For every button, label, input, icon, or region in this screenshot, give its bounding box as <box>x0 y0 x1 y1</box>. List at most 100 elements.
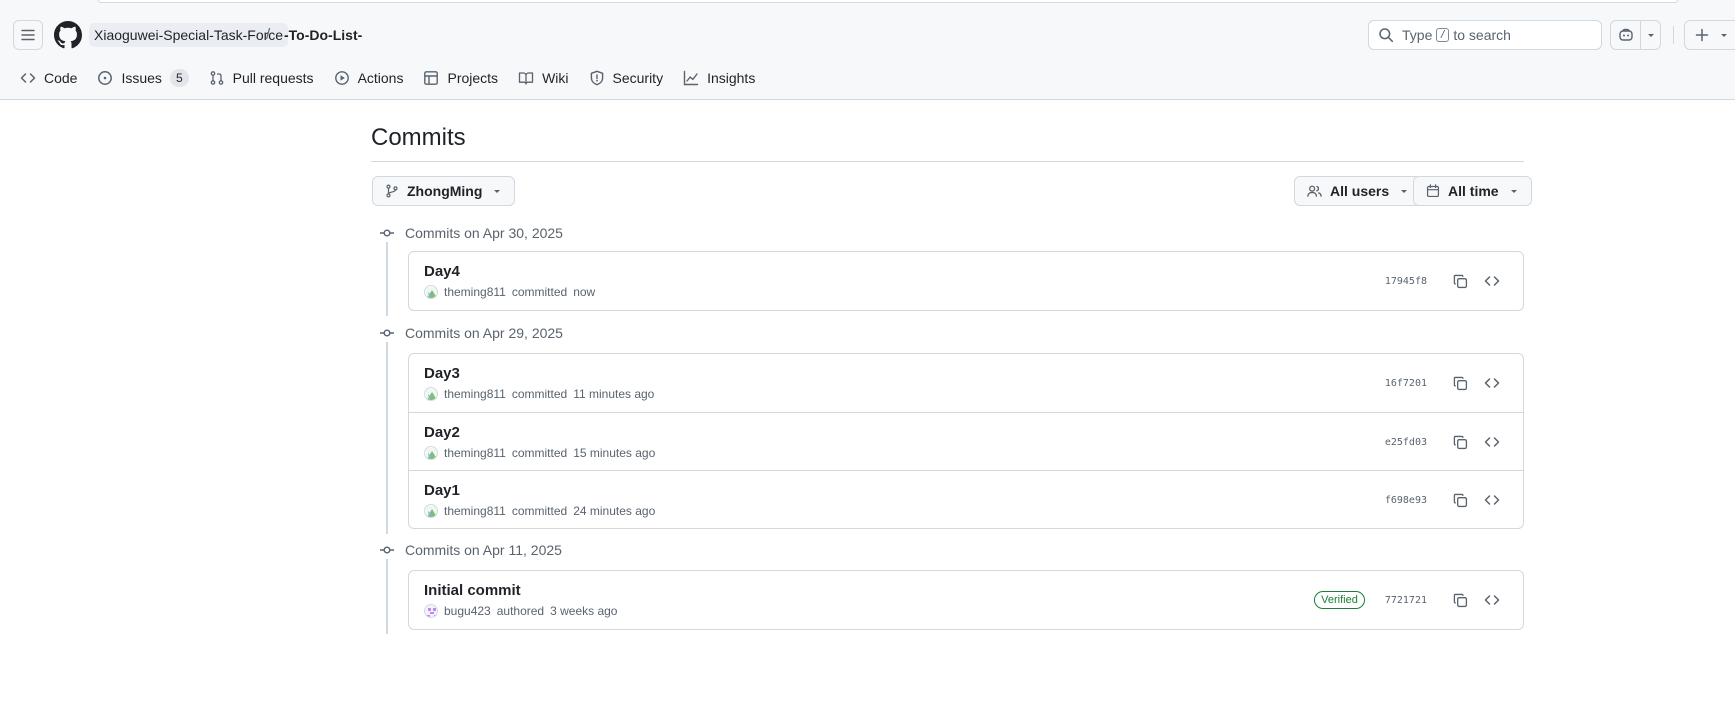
menu-button[interactable] <box>13 20 43 50</box>
commit-meta: theming811 committed 15 minutes ago <box>424 446 655 460</box>
create-new-button[interactable] <box>1684 20 1735 50</box>
avatar[interactable] <box>424 446 438 460</box>
search-placeholder-before: Type <box>1402 27 1433 43</box>
commit-actions: 16f7201 <box>1385 372 1503 394</box>
search-placeholder-after: to search <box>1453 27 1511 43</box>
commit-message-link[interactable]: Day1 <box>424 482 460 499</box>
commit-author-link[interactable]: theming811 <box>444 504 506 518</box>
time-filter-button[interactable]: All time <box>1413 176 1532 206</box>
search-input[interactable]: Type / to search <box>1368 20 1602 50</box>
commit-time: 11 minutes ago <box>573 387 655 401</box>
browse-repo-button[interactable] <box>1481 270 1503 292</box>
book-icon <box>518 72 534 85</box>
copy-sha-button[interactable] <box>1449 589 1471 611</box>
commit-dot-icon <box>379 225 395 241</box>
copy-sha-button[interactable] <box>1449 270 1471 292</box>
commit-group-date: Commits on Apr 30, 2025 <box>405 225 563 241</box>
copy-sha-button[interactable] <box>1449 489 1471 511</box>
commit-action: committed <box>511 387 568 401</box>
commit-action: committed <box>511 446 568 460</box>
graph-icon <box>683 70 699 86</box>
tab-insights[interactable]: Insights <box>673 62 765 94</box>
commit-group-date: Commits on Apr 29, 2025 <box>405 325 563 341</box>
commit-meta: theming811 committed now <box>424 285 595 299</box>
plus-icon <box>1695 28 1709 42</box>
copilot-dropdown-button[interactable] <box>1641 21 1660 49</box>
commit-list: Day3 theming811 committed 11 minutes ago… <box>408 353 1524 529</box>
commit-dot-icon <box>379 542 395 558</box>
commit-sha-link[interactable]: e25fd03 <box>1385 437 1427 448</box>
commit-sha-link[interactable]: 17945f8 <box>1385 276 1427 287</box>
avatar[interactable] <box>424 604 438 618</box>
copilot-button-group[interactable] <box>1610 20 1661 50</box>
browse-repo-button[interactable] <box>1481 372 1503 394</box>
commit-message-link[interactable]: Day2 <box>424 424 460 441</box>
commit-time: now <box>573 285 596 299</box>
copy-icon <box>1453 274 1467 288</box>
tab-actions[interactable]: Actions <box>324 62 414 94</box>
commit-author-link[interactable]: bugu423 <box>444 604 491 618</box>
commit-author-link[interactable]: theming811 <box>444 446 506 460</box>
verified-badge[interactable]: Verified <box>1314 591 1365 609</box>
commit-row: Day4 theming811 committed now 17945f8 <box>409 252 1523 310</box>
global-header: Xiaoguwei-Special-Task-Force / -To-Do-Li… <box>0 0 1735 100</box>
commit-actions: Verified 7721721 <box>1314 589 1503 611</box>
commit-actions: 17945f8 <box>1385 270 1503 292</box>
breadcrumb-repo[interactable]: -To-Do-List- <box>284 23 362 47</box>
breadcrumb-owner[interactable]: Xiaoguwei-Special-Task-Force <box>89 23 289 47</box>
commit-author-link[interactable]: theming811 <box>444 387 506 401</box>
copy-sha-button[interactable] <box>1449 372 1471 394</box>
tab-issues[interactable]: Issues 5 <box>87 62 198 94</box>
commit-list: Initial commit bugu423 authored 3 weeks … <box>408 570 1524 630</box>
chevron-down-icon <box>1721 34 1727 37</box>
commit-sha-link[interactable]: f698e93 <box>1385 495 1427 506</box>
tab-security[interactable]: Security <box>579 62 674 94</box>
commit-author-link[interactable]: theming811 <box>444 285 506 299</box>
browse-repo-button[interactable] <box>1481 489 1503 511</box>
copy-icon <box>1453 593 1467 607</box>
tab-projects-label: Projects <box>447 70 499 86</box>
avatar[interactable] <box>424 504 438 518</box>
commit-actions: f698e93 <box>1385 489 1503 511</box>
copilot-button[interactable] <box>1611 21 1641 49</box>
time-filter-label: All time <box>1448 183 1499 199</box>
tab-pull-requests[interactable]: Pull requests <box>199 62 324 94</box>
repo-nav-tabs: Code Issues 5 Pull requests Actions Proj… <box>0 62 765 100</box>
tab-wiki[interactable]: Wiki <box>508 62 578 94</box>
issues-count-badge: 5 <box>169 69 189 87</box>
avatar[interactable] <box>424 387 438 401</box>
commit-sha-link[interactable]: 7721721 <box>1385 595 1427 606</box>
commit-action: committed <box>511 504 568 518</box>
tab-actions-label: Actions <box>357 70 404 86</box>
commit-message-link[interactable]: Day3 <box>424 365 460 382</box>
users-filter-button[interactable]: All users <box>1294 176 1423 206</box>
branch-icon <box>386 184 398 198</box>
title-divider <box>371 161 1524 162</box>
copy-sha-button[interactable] <box>1449 431 1471 453</box>
commit-group-heading: Commits on Apr 29, 2025 <box>379 323 563 343</box>
commit-message-link[interactable]: Day4 <box>424 263 460 280</box>
commit-group-date: Commits on Apr 11, 2025 <box>405 542 562 558</box>
commit-sha-link[interactable]: 16f7201 <box>1385 378 1427 389</box>
commit-row: Initial commit bugu423 authored 3 weeks … <box>409 571 1523 629</box>
copy-icon <box>1453 376 1467 390</box>
code-icon <box>1484 495 1500 505</box>
avatar[interactable] <box>424 285 438 299</box>
tab-code[interactable]: Code <box>0 62 87 94</box>
browse-repo-button[interactable] <box>1481 589 1503 611</box>
issue-icon <box>98 71 113 85</box>
commit-message-link[interactable]: Initial commit <box>424 582 521 599</box>
commit-meta: theming811 committed 24 minutes ago <box>424 504 655 518</box>
tab-wiki-label: Wiki <box>542 70 569 86</box>
code-icon <box>1484 437 1500 447</box>
chevron-down-icon <box>1401 190 1408 193</box>
commit-time: 15 minutes ago <box>573 446 656 460</box>
github-logo-icon[interactable] <box>54 21 82 49</box>
branch-selector-button[interactable]: ZhongMing <box>372 176 516 206</box>
tab-pull-requests-label: Pull requests <box>232 70 314 86</box>
browse-repo-button[interactable] <box>1481 431 1503 453</box>
tab-insights-label: Insights <box>707 70 756 86</box>
tab-projects[interactable]: Projects <box>413 62 508 94</box>
commit-group-heading: Commits on Apr 11, 2025 <box>379 540 562 560</box>
browser-overlay-edge <box>98 0 1678 3</box>
